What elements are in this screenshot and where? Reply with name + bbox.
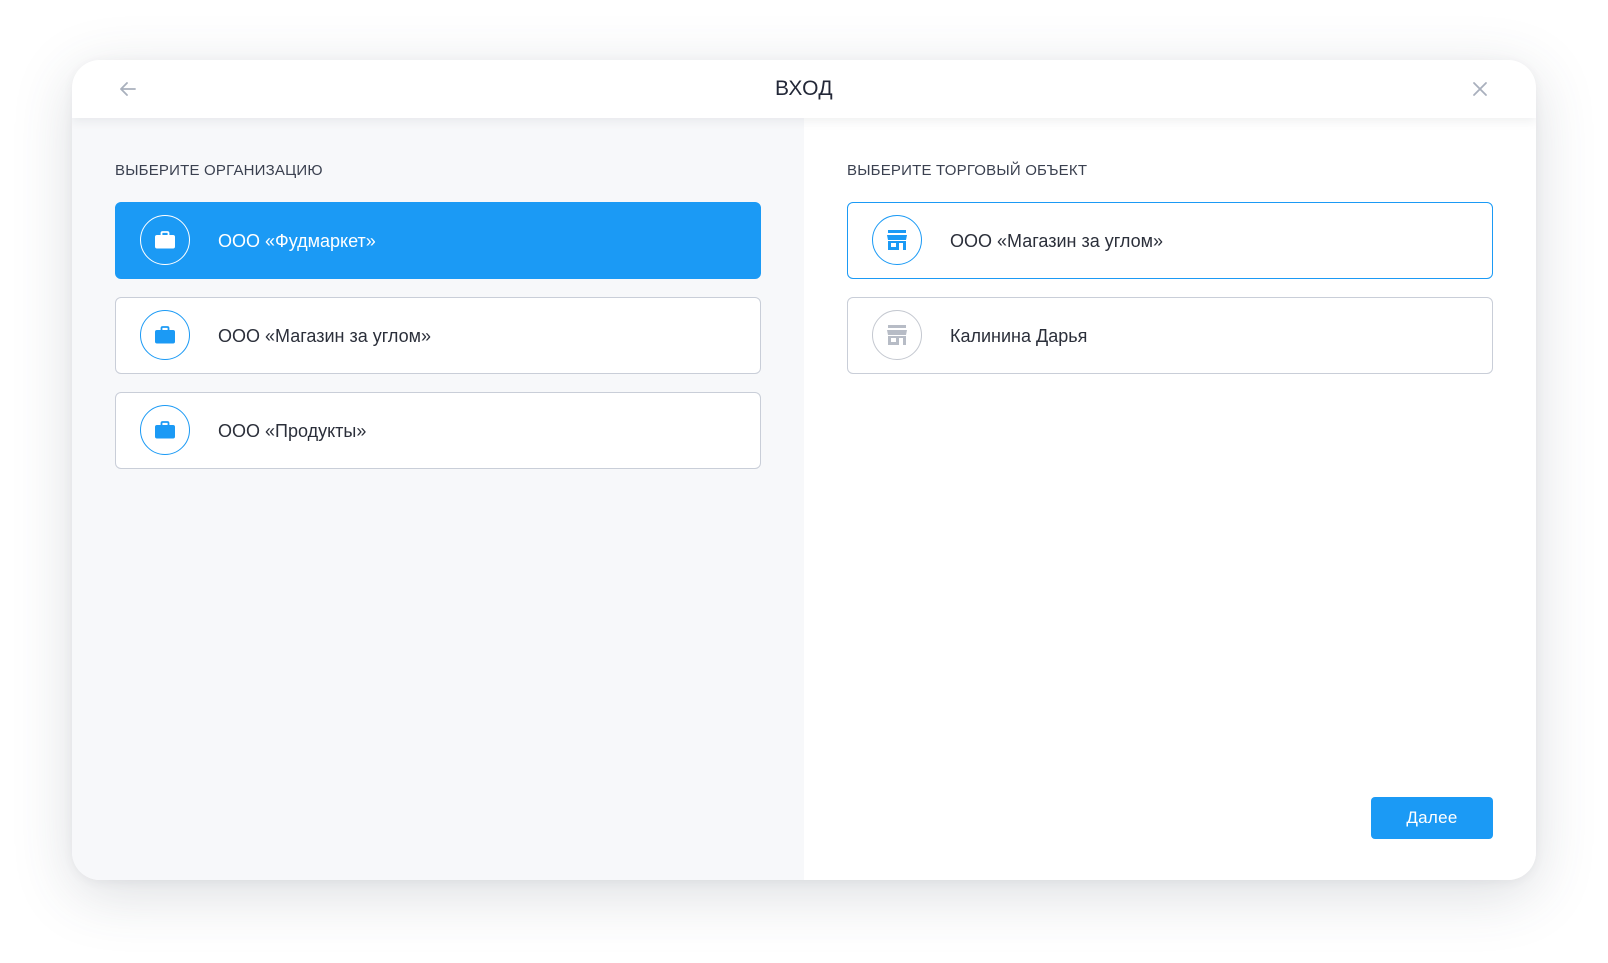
store-label: ООО «Магазин за углом» bbox=[950, 231, 1163, 251]
organization-label: ООО «Продукты» bbox=[218, 421, 367, 441]
organization-item[interactable]: ООО «Фудмаркет» bbox=[115, 202, 761, 279]
store-list: ООО «Магазин за углом» Калинина Дарья bbox=[847, 202, 1493, 392]
organization-item[interactable]: ООО «Магазин за углом» bbox=[115, 297, 761, 374]
organization-panel: ВЫБЕРИТЕ ОРГАНИЗАЦИЮ ООО «Фудмаркет» ООО… bbox=[72, 118, 804, 880]
dialog-header: ВХОД bbox=[72, 60, 1536, 118]
next-button[interactable]: Далее bbox=[1371, 797, 1493, 839]
store-heading: ВЫБЕРИТЕ ТОРГОВЫЙ ОБЪЕКТ bbox=[847, 162, 1088, 179]
briefcase-icon bbox=[140, 215, 190, 265]
store-item[interactable]: ООО «Магазин за углом» bbox=[847, 202, 1493, 279]
briefcase-icon bbox=[140, 405, 190, 455]
organization-label: ООО «Фудмаркет» bbox=[218, 231, 376, 251]
close-button[interactable] bbox=[1468, 77, 1492, 101]
store-panel: ВЫБЕРИТЕ ТОРГОВЫЙ ОБЪЕКТ ООО «Магазин за… bbox=[804, 118, 1536, 880]
organization-list: ООО «Фудмаркет» ООО «Магазин за углом» О… bbox=[115, 202, 761, 487]
store-icon bbox=[872, 215, 922, 265]
briefcase-icon bbox=[140, 310, 190, 360]
organization-label: ООО «Магазин за углом» bbox=[218, 326, 431, 346]
organization-heading: ВЫБЕРИТЕ ОРГАНИЗАЦИЮ bbox=[115, 162, 323, 179]
login-dialog: ВХОД ВЫБЕРИТЕ ОРГАНИЗАЦИЮ ООО «Фудмаркет… bbox=[72, 60, 1536, 880]
store-label: Калинина Дарья bbox=[950, 326, 1088, 346]
store-item[interactable]: Калинина Дарья bbox=[847, 297, 1493, 374]
close-icon bbox=[1473, 82, 1487, 96]
store-icon bbox=[872, 310, 922, 360]
page-title: ВХОД bbox=[774, 77, 834, 100]
organization-item[interactable]: ООО «Продукты» bbox=[115, 392, 761, 469]
